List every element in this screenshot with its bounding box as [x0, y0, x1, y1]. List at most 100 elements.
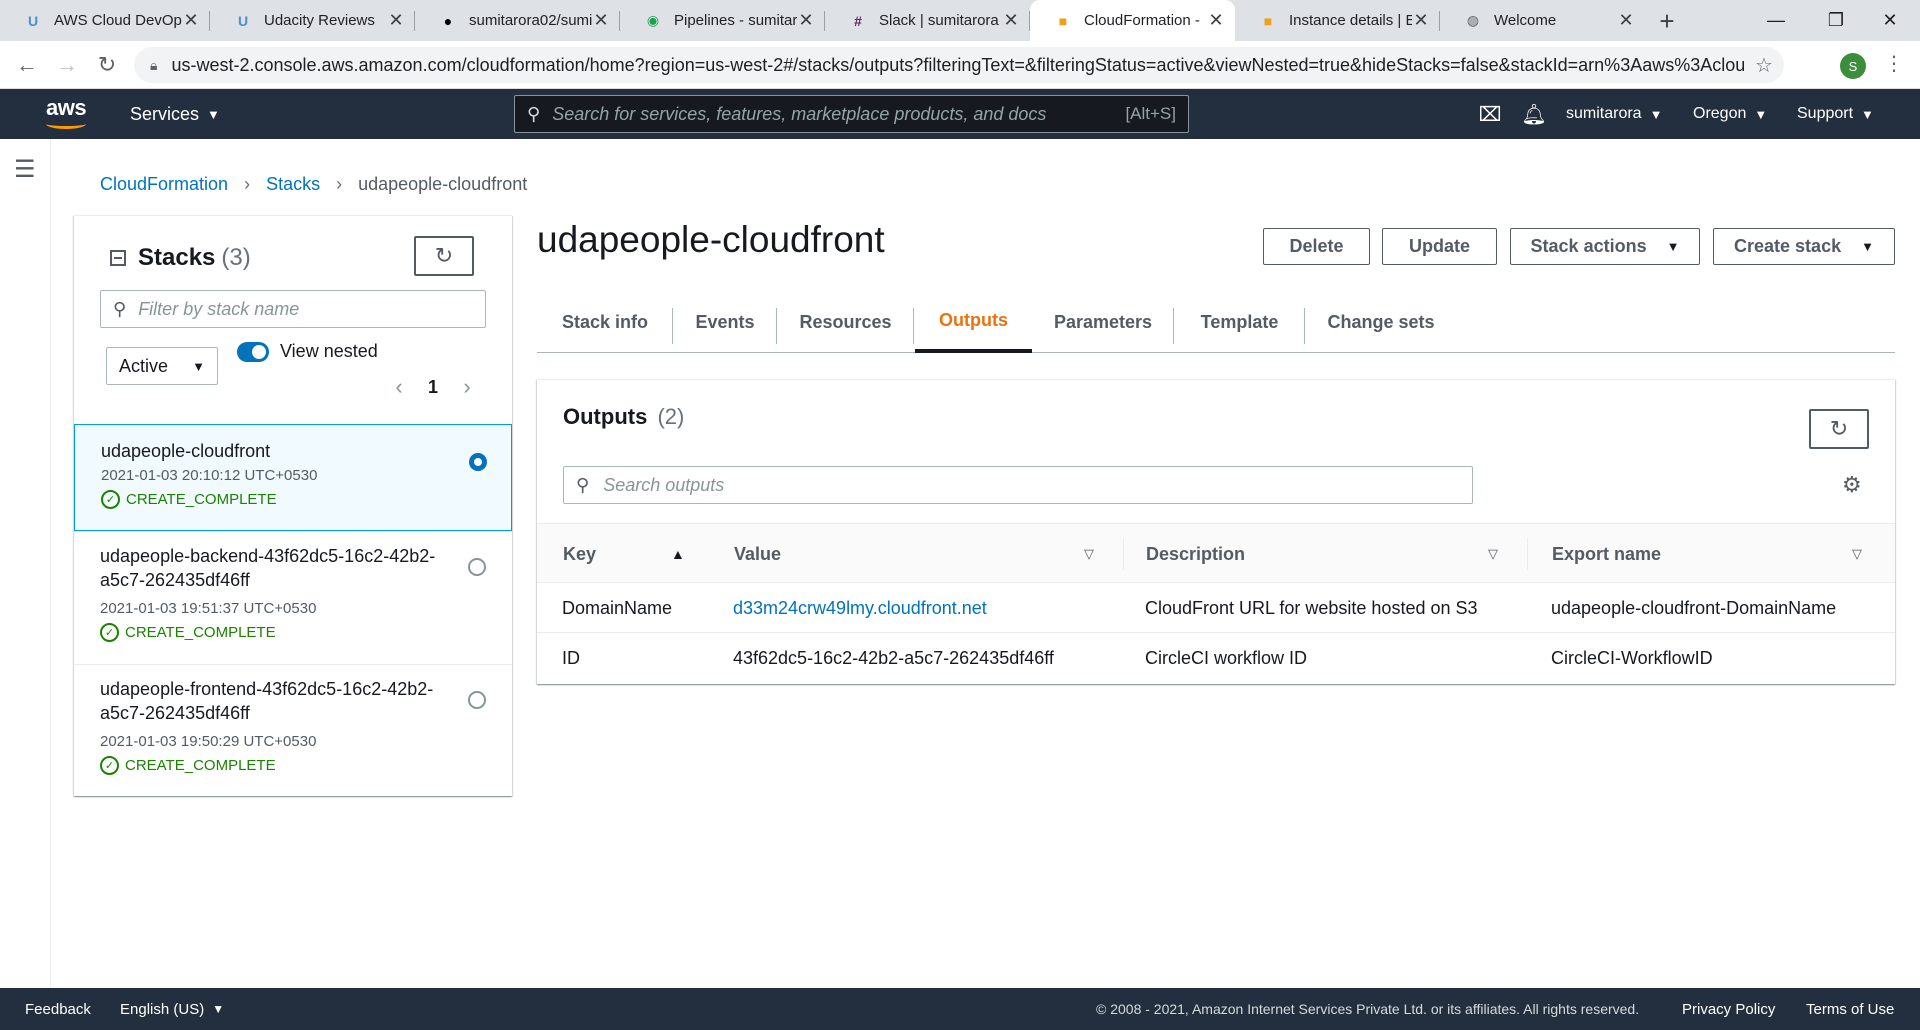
search-shortcut: [Alt+S]: [1125, 104, 1176, 123]
browser-tab-title: Slack | sumitarora: [879, 12, 999, 29]
browser-tab[interactable]: # Slack | sumitarora ✕: [825, 0, 1030, 41]
menu-hamburger-icon[interactable]: ☰: [14, 155, 36, 184]
close-icon[interactable]: ✕: [797, 10, 815, 31]
column-header-export-name[interactable]: Export name ▽: [1552, 524, 1882, 584]
page-title: udapeople-cloudfront: [537, 219, 885, 260]
close-icon[interactable]: ✕: [1412, 10, 1430, 31]
search-placeholder: Search for services, features, marketpla…: [552, 103, 1047, 124]
breadcrumb-current: udapeople-cloudfront: [358, 173, 528, 194]
aws-top-nav: aws Services ▼ ⚲ Search for services, fea…: [0, 89, 1920, 139]
account-menu[interactable]: sumitarora ▼: [1566, 89, 1662, 139]
reload-button[interactable]: ↻: [92, 50, 122, 80]
feedback-link[interactable]: Feedback: [25, 988, 91, 1030]
tab-outputs[interactable]: Outputs: [915, 292, 1032, 353]
create-stack-button[interactable]: Create stack ▼: [1713, 228, 1895, 265]
check-circle-icon: ✓: [100, 756, 119, 775]
search-icon: ⚲: [113, 298, 127, 319]
column-header-value[interactable]: Value ▽: [734, 524, 1124, 584]
browser-menu-icon[interactable]: ⋮: [1884, 51, 1904, 76]
sort-ascending-icon: ▲: [671, 546, 685, 562]
browser-tab[interactable]: U Udacity Reviews ✕: [210, 0, 415, 41]
cloudshell-icon[interactable]: ⌧: [1478, 102, 1502, 126]
column-header-description[interactable]: Description ▽: [1146, 524, 1528, 584]
new-tab-button[interactable]: +: [1652, 6, 1682, 36]
output-key: DomainName: [562, 597, 673, 618]
tab-change-sets[interactable]: Change sets: [1305, 292, 1457, 353]
forward-button[interactable]: →: [52, 50, 82, 80]
address-bar: ← → ↻ 🔒︎ us-west-2.console.aws.amazon.co…: [0, 41, 1920, 89]
delete-button[interactable]: Delete: [1263, 228, 1370, 265]
stacks-panel-title: Stacks (3): [110, 244, 251, 272]
stack-list-item[interactable]: udapeople-backend-43f62dc5-16c2-42b2-a5c…: [74, 531, 512, 664]
browser-tab-title: Udacity Reviews: [264, 12, 375, 29]
back-button[interactable]: ←: [12, 50, 42, 80]
bookmark-star-icon[interactable]: ☆: [1744, 53, 1784, 78]
browser-tab[interactable]: ◍ Welcome ✕: [1440, 0, 1645, 41]
stack-list-item[interactable]: udapeople-cloudfront 2021-01-03 20:10:12…: [74, 424, 512, 531]
table-row: DomainName d33m24crw49lmy.cloudfront.net…: [537, 583, 1895, 633]
caret-down-icon: ▼: [1861, 106, 1874, 122]
browser-tab[interactable]: ◉ Pipelines - sumitar ✕: [620, 0, 825, 41]
language-selector[interactable]: English (US) ▼: [120, 988, 224, 1030]
global-search[interactable]: ⚲ Search for services, features, marketp…: [514, 95, 1189, 133]
globe-icon: ◍: [1466, 12, 1480, 28]
gear-icon[interactable]: ⚙: [1842, 472, 1862, 498]
close-window-button[interactable]: ✕: [1860, 0, 1920, 41]
stack-name: udapeople-backend-43f62dc5-16c2-42b2-a5c…: [100, 546, 436, 590]
chevron-right-icon[interactable]: ›: [458, 374, 476, 400]
region-menu[interactable]: Oregon ▼: [1693, 89, 1767, 139]
refresh-stacks-button[interactable]: ↻: [414, 236, 474, 276]
breadcrumb-stacks[interactable]: Stacks: [266, 174, 320, 195]
aws-logo[interactable]: aws: [46, 95, 88, 131]
minimize-button[interactable]: —: [1746, 0, 1806, 41]
close-icon[interactable]: ✕: [387, 10, 405, 31]
privacy-policy-link[interactable]: Privacy Policy: [1682, 988, 1775, 1030]
update-button[interactable]: Update: [1382, 228, 1497, 265]
url-bar[interactable]: 🔒︎ us-west-2.console.aws.amazon.com/clou…: [134, 47, 1784, 83]
stack-radio[interactable]: [468, 558, 486, 576]
view-nested-toggle[interactable]: [237, 342, 269, 362]
tab-events[interactable]: Events: [673, 292, 777, 353]
browser-tab[interactable]: ● sumitarora02/sumit ✕: [415, 0, 620, 41]
output-value-link[interactable]: d33m24crw49lmy.cloudfront.net: [733, 583, 987, 633]
notifications-bell-icon[interactable]: 🔔︎: [1521, 102, 1546, 126]
stack-filter-input[interactable]: ⚲ Filter by stack name: [100, 290, 486, 328]
stack-radio[interactable]: [469, 453, 487, 471]
support-menu[interactable]: Support ▼: [1797, 89, 1874, 139]
chevron-left-icon[interactable]: ‹: [390, 374, 408, 400]
outputs-table-header: Key ▲ Value ▽ Description ▽ Export name …: [537, 523, 1895, 583]
close-icon[interactable]: ✕: [182, 10, 200, 31]
breadcrumb-cloudformation[interactable]: CloudFormation: [100, 174, 228, 195]
stack-actions-button[interactable]: Stack actions ▼: [1510, 228, 1700, 265]
profile-avatar[interactable]: S: [1840, 53, 1866, 79]
status-filter-select[interactable]: Active ▼: [106, 347, 218, 385]
outputs-search-input[interactable]: ⚲ Search outputs: [563, 466, 1473, 504]
tab-parameters[interactable]: Parameters: [1032, 292, 1174, 353]
browser-tab-title: Welcome: [1494, 12, 1557, 29]
collapse-icon[interactable]: [110, 250, 126, 266]
browser-tab[interactable]: ■ Instance details | E ✕: [1235, 0, 1440, 41]
close-icon[interactable]: ✕: [1002, 10, 1020, 31]
search-icon: ⚲: [576, 474, 590, 495]
tab-template[interactable]: Template: [1174, 292, 1305, 353]
copyright-text: © 2008 - 2021, Amazon Internet Services …: [1096, 1001, 1640, 1017]
page-number[interactable]: 1: [428, 377, 438, 398]
browser-tab[interactable]: U AWS Cloud DevOps ✕: [0, 0, 210, 41]
browser-tab-title: Pipelines - sumitar: [674, 12, 797, 29]
refresh-outputs-button[interactable]: ↻: [1809, 409, 1869, 449]
close-icon[interactable]: ✕: [1617, 10, 1635, 31]
stack-list-item[interactable]: udapeople-frontend-43f62dc5-16c2-42b2-a5…: [74, 664, 512, 797]
side-nav-rail: ☰: [0, 139, 51, 988]
close-icon[interactable]: ✕: [592, 10, 610, 31]
tab-stack-info[interactable]: Stack info: [537, 292, 673, 353]
check-circle-icon: ✓: [101, 490, 120, 509]
terms-of-use-link[interactable]: Terms of Use: [1806, 988, 1894, 1030]
column-header-key[interactable]: Key ▲: [563, 524, 713, 584]
services-menu[interactable]: Services ▼: [130, 89, 220, 139]
output-description: CircleCI workflow ID: [1145, 647, 1308, 668]
tab-resources[interactable]: Resources: [777, 292, 914, 353]
close-icon[interactable]: ✕: [1207, 10, 1225, 31]
restore-button[interactable]: ❐: [1806, 0, 1866, 41]
stack-radio[interactable]: [468, 691, 486, 709]
browser-tab-active[interactable]: ■ CloudFormation - ✕: [1030, 0, 1235, 41]
